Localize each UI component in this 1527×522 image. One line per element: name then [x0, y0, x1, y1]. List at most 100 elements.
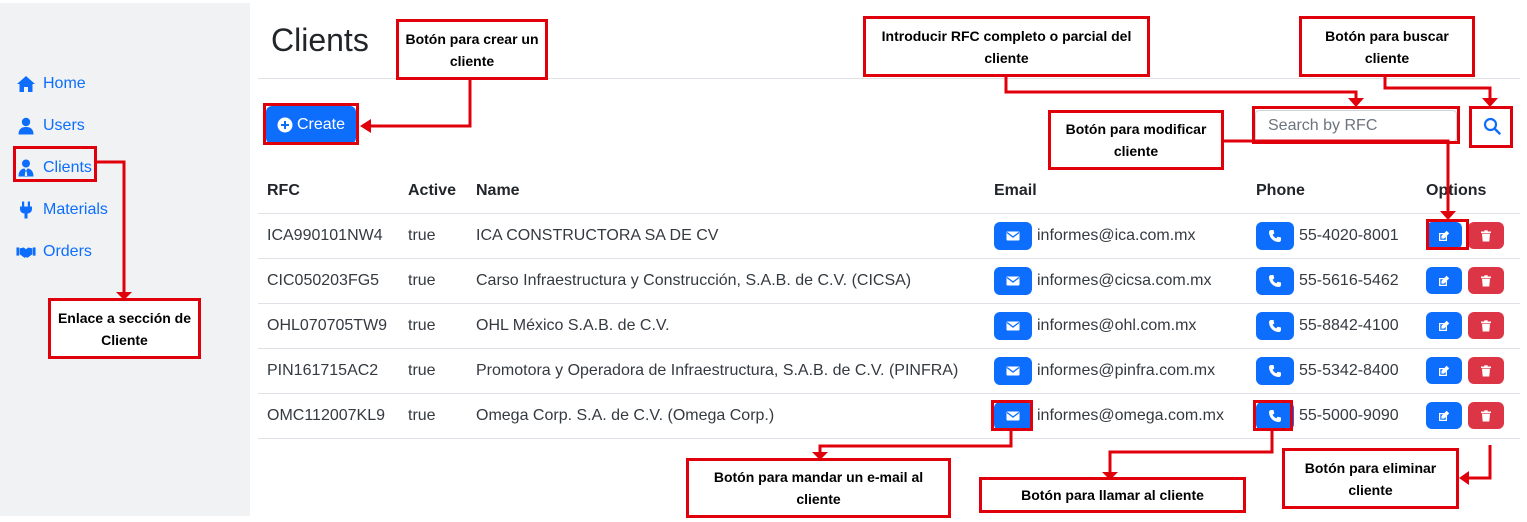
send-email-button[interactable] [994, 356, 1032, 385]
phone-cell: 55-8842-4100 [1247, 303, 1417, 349]
active-cell: true [399, 303, 467, 349]
active-cell: true [399, 213, 467, 259]
annotation-search: Botón para buscar cliente [1299, 16, 1475, 77]
options-cell [1417, 303, 1520, 349]
delete-client-button[interactable] [1468, 222, 1504, 249]
sidebar-item-label: Users [43, 117, 85, 134]
name-cell: ICA CONSTRUCTORA SA DE CV [467, 213, 985, 259]
edit-button-highlight [1426, 219, 1469, 250]
column-header-email: Email [985, 169, 1247, 214]
clients-table: RFC Active Name Email Phone Options ICA9… [258, 169, 1520, 439]
email-cell: informes@ohl.com.mx [985, 303, 1247, 349]
edit-icon [1439, 410, 1450, 421]
email-text: informes@pinfra.com.mx [1037, 361, 1216, 379]
call-button[interactable] [1256, 221, 1294, 250]
envelope-icon [1006, 321, 1020, 330]
rfc-cell: OMC112007KL9 [258, 393, 399, 439]
phone-cell: 55-5616-5462 [1247, 258, 1417, 304]
call-button-highlight [1253, 400, 1293, 431]
sidebar-item-label: Orders [43, 243, 92, 260]
phone-icon [1269, 364, 1281, 377]
table-row: ICA990101NW4 true ICA CONSTRUCTORA SA DE… [258, 213, 1520, 259]
table-row: OMC112007KL9 true Omega Corp. S.A. de C.… [258, 393, 1520, 439]
delete-client-button[interactable] [1468, 267, 1504, 294]
edit-icon [1439, 320, 1450, 331]
email-text: informes@ica.com.mx [1037, 226, 1196, 244]
options-cell [1417, 348, 1520, 394]
page-title: Clients [271, 22, 369, 58]
name-cell: OHL México S.A.B. de C.V. [467, 303, 985, 349]
column-header-name: Name [467, 169, 985, 214]
delete-client-button[interactable] [1468, 357, 1504, 384]
annotation-clients-link: Enlace a sección de Cliente [48, 298, 201, 359]
envelope-icon [1006, 276, 1020, 285]
phone-icon [1269, 229, 1281, 242]
send-email-button[interactable] [994, 221, 1032, 250]
handshake-icon [16, 247, 36, 258]
sidebar-item-home[interactable]: Home [16, 71, 86, 97]
phone-icon [1269, 319, 1281, 332]
call-button[interactable] [1256, 266, 1294, 295]
phone-icon [1269, 274, 1281, 287]
delete-client-button[interactable] [1468, 312, 1504, 339]
active-cell: true [399, 348, 467, 394]
annotation-create: Botón para crear un cliente [396, 19, 548, 80]
email-text: informes@omega.com.mx [1037, 406, 1224, 424]
name-cell: Promotora y Operadora de Infraestructura… [467, 348, 985, 394]
table-header-row: RFC Active Name Email Phone Options [258, 169, 1520, 214]
phone-text: 55-5000-9090 [1299, 406, 1399, 424]
phone-cell: 55-5342-8400 [1247, 348, 1417, 394]
edit-client-button[interactable] [1426, 312, 1462, 339]
email-cell: informes@cicsa.com.mx [985, 258, 1247, 304]
phone-text: 55-4020-8001 [1299, 226, 1399, 244]
rfc-cell: CIC050203FG5 [258, 258, 399, 304]
column-header-active: Active [399, 169, 467, 214]
sidebar-item-label: Home [43, 75, 86, 92]
email-text: informes@cicsa.com.mx [1037, 271, 1212, 289]
rfc-cell: OHL070705TW9 [258, 303, 399, 349]
trash-icon [1481, 409, 1491, 421]
annotation-email: Botón para mandar un e-mail al cliente [686, 458, 951, 518]
email-button-highlight [991, 400, 1033, 431]
column-header-rfc: RFC [258, 169, 399, 214]
sidebar-item-orders[interactable]: Orders [16, 239, 92, 265]
options-cell [1417, 393, 1520, 439]
sidebar: Home Users Clients Materials Orders [0, 3, 250, 516]
send-email-button[interactable] [994, 266, 1032, 295]
search-button-highlight [1469, 106, 1513, 148]
edit-icon [1439, 275, 1450, 286]
sidebar-item-materials[interactable]: Materials [16, 197, 108, 223]
search-input-highlight [1252, 106, 1460, 144]
send-email-button[interactable] [994, 311, 1032, 340]
edit-client-button[interactable] [1426, 402, 1462, 429]
email-cell: informes@pinfra.com.mx [985, 348, 1247, 394]
column-header-phone: Phone [1247, 169, 1417, 214]
annotation-modify: Botón para modificar cliente [1048, 110, 1224, 170]
envelope-icon [1006, 366, 1020, 375]
table-row: PIN161715AC2 true Promotora y Operadora … [258, 348, 1520, 394]
delete-client-button[interactable] [1468, 402, 1504, 429]
edit-client-button[interactable] [1426, 267, 1462, 294]
options-cell [1417, 258, 1520, 304]
annotation-call: Botón para llamar al cliente [979, 477, 1246, 513]
trash-icon [1481, 319, 1491, 331]
sidebar-item-users[interactable]: Users [16, 113, 85, 139]
column-header-options: Options [1417, 169, 1520, 214]
edit-client-button[interactable] [1426, 357, 1462, 384]
table-row: OHL070705TW9 true OHL México S.A.B. de C… [258, 303, 1520, 349]
plug-icon [20, 201, 32, 219]
home-icon [17, 76, 35, 92]
phone-cell: 55-4020-8001 [1247, 213, 1417, 259]
table-row: CIC050203FG5 true Carso Infraestructura … [258, 258, 1520, 304]
call-button[interactable] [1256, 356, 1294, 385]
active-cell: true [399, 258, 467, 304]
call-button[interactable] [1256, 311, 1294, 340]
envelope-icon [1006, 231, 1020, 240]
edit-icon [1439, 365, 1450, 376]
trash-icon [1481, 229, 1491, 241]
rfc-cell: PIN161715AC2 [258, 348, 399, 394]
email-text: informes@ohl.com.mx [1037, 316, 1197, 334]
clients-link-highlight [13, 146, 97, 182]
rfc-cell: ICA990101NW4 [258, 213, 399, 259]
name-cell: Omega Corp. S.A. de C.V. (Omega Corp.) [467, 393, 985, 439]
